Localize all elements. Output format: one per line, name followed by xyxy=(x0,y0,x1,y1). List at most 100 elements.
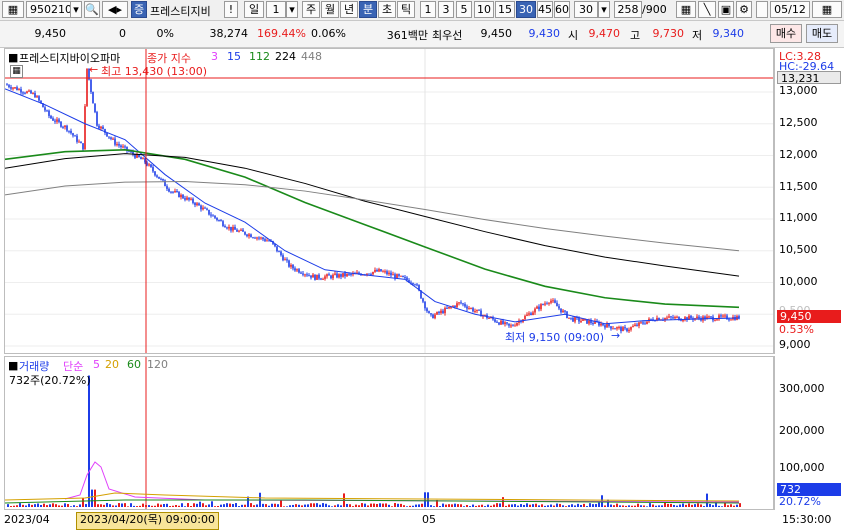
volume-bar xyxy=(697,503,699,507)
count-dropdown-icon[interactable]: ▾ xyxy=(598,1,610,18)
grid-tool-icon[interactable]: ▦ xyxy=(676,1,696,18)
volume-bar xyxy=(376,503,378,507)
candle-body xyxy=(266,240,268,242)
code-dropdown-icon[interactable]: ▾ xyxy=(70,1,82,18)
minute-60[interactable]: 60 xyxy=(554,1,570,18)
volume-bar xyxy=(289,505,291,507)
quote-best-label: 최우선 xyxy=(432,29,463,42)
volume-bar xyxy=(547,505,549,507)
volume-bar xyxy=(193,503,195,507)
volume-bar xyxy=(196,503,198,507)
volume-bar xyxy=(622,505,624,507)
candle-body xyxy=(314,274,316,280)
minute-15[interactable]: 15 xyxy=(495,1,515,18)
candle-body xyxy=(350,273,352,275)
candle-body xyxy=(296,269,298,271)
sell-button[interactable]: 매도 xyxy=(806,24,838,43)
save-icon[interactable]: ▣ xyxy=(718,1,734,18)
candle-body xyxy=(312,274,314,278)
date-checkbox[interactable] xyxy=(756,1,768,18)
volume-bar xyxy=(511,504,513,507)
candle-body xyxy=(106,132,108,137)
market-tag: 증 xyxy=(131,1,147,18)
grid-toggle-icon[interactable]: ▦ xyxy=(10,65,23,78)
candle-body xyxy=(338,274,340,278)
period-dropdown-icon[interactable]: ▾ xyxy=(286,1,298,18)
price-chart-pane[interactable]: ■ 프레스티지바이오파마 종가 지수 3 15 112 224 448 ▦ ← … xyxy=(4,48,774,354)
candle-body xyxy=(54,120,56,122)
volume-bar xyxy=(520,504,522,507)
volume-bar xyxy=(55,504,57,507)
candle-body xyxy=(292,264,294,269)
volume-chart-pane[interactable]: ■ 거래량 단순 5 20 60 120 732주(20.72%) xyxy=(4,356,774,510)
volume-bar xyxy=(703,506,705,507)
volume-bar xyxy=(103,504,105,507)
candle-body xyxy=(540,304,542,310)
volume-collapse-icon[interactable]: ■ xyxy=(8,359,18,372)
volume-bar xyxy=(163,503,165,507)
candle-body xyxy=(206,208,208,210)
period-count[interactable]: 1 xyxy=(266,1,286,18)
minute-45[interactable]: 45 xyxy=(537,1,553,18)
tab-tick[interactable]: 틱 xyxy=(397,1,415,18)
candle-body xyxy=(166,186,168,189)
date-input[interactable]: 05/12 xyxy=(770,1,810,18)
minute-30[interactable]: 30 xyxy=(516,1,536,18)
minute-1[interactable]: 1 xyxy=(420,1,436,18)
low-arrow-icon: → xyxy=(611,329,621,342)
candle-body xyxy=(412,283,414,285)
candle-body xyxy=(642,322,644,324)
candle-body xyxy=(510,325,512,327)
minute-10[interactable]: 10 xyxy=(474,1,494,18)
candle-body xyxy=(604,325,606,328)
candle-body xyxy=(508,323,510,326)
tab-week[interactable]: 주 xyxy=(302,1,320,18)
candle-body xyxy=(574,317,576,322)
tab-minute[interactable]: 분 xyxy=(359,1,377,18)
ma-period-112: 112 xyxy=(249,50,270,63)
panel-collapse-icon[interactable]: ■ xyxy=(8,51,18,64)
buy-button[interactable]: 매수 xyxy=(770,24,802,43)
candle-body xyxy=(436,311,438,315)
tab-second[interactable]: 초 xyxy=(378,1,396,18)
volume-bar xyxy=(421,503,423,507)
tab-year[interactable]: 년 xyxy=(340,1,358,18)
candle-body xyxy=(22,92,24,94)
chart-menu-icon[interactable]: ▦ xyxy=(2,1,24,18)
volume-bar xyxy=(226,503,228,507)
candle-body xyxy=(178,191,180,198)
volume-bar xyxy=(202,503,204,507)
candle-body xyxy=(228,226,230,229)
candle-body xyxy=(456,303,458,308)
volume-bar xyxy=(262,503,264,507)
candle-body xyxy=(672,317,674,319)
candle-body xyxy=(630,327,632,330)
candle-body xyxy=(638,322,640,326)
candle-body xyxy=(646,321,648,324)
warning-icon[interactable]: ! xyxy=(224,1,238,18)
volume-bar xyxy=(40,505,42,507)
stock-code-input[interactable]: 950210 xyxy=(26,1,72,18)
candle-body xyxy=(554,300,556,303)
count-input[interactable]: 30 xyxy=(574,1,598,18)
page-input[interactable]: 258 xyxy=(614,1,642,18)
tab-month[interactable]: 월 xyxy=(321,1,339,18)
volume-bar xyxy=(277,504,279,507)
volume-bar xyxy=(94,489,96,507)
minute-3[interactable]: 3 xyxy=(438,1,454,18)
volume-bar xyxy=(220,504,222,507)
calendar-icon[interactable]: ▦ xyxy=(812,1,842,18)
last-change: 0.53% xyxy=(779,323,814,336)
candle-body xyxy=(722,315,724,317)
period-select[interactable]: 일 xyxy=(244,1,264,18)
candle-body xyxy=(344,273,346,277)
search-icon[interactable]: 🔍 xyxy=(84,1,100,18)
minute-5[interactable]: 5 xyxy=(456,1,472,18)
volume-bar xyxy=(415,504,417,507)
gear-icon[interactable]: ⚙ xyxy=(736,1,752,18)
volume-bar xyxy=(319,504,321,507)
speaker-icon[interactable]: ◀▸ xyxy=(102,1,128,18)
line-tool-icon[interactable]: ╲ xyxy=(698,1,716,18)
candle-body xyxy=(256,237,258,239)
volume-bar xyxy=(688,503,690,507)
